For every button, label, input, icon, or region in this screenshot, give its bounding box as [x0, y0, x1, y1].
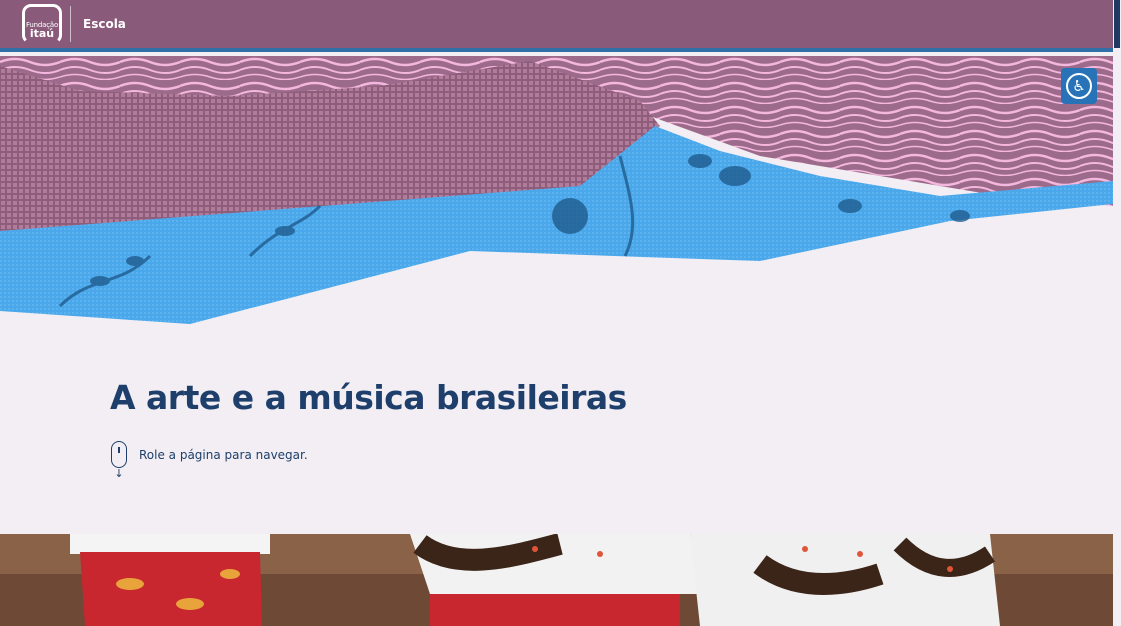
drummers-photo [0, 534, 1113, 626]
fundacao-itau-logo[interactable]: Fundação itaú [22, 4, 62, 44]
page-scrollbar[interactable] [1113, 0, 1121, 626]
accessibility-icon: ♿ [1066, 73, 1092, 99]
scroll-hint: ↓ Role a página para navegar. [110, 441, 308, 480]
accessibility-button[interactable]: ♿ [1061, 68, 1097, 104]
scroll-hint-text: Role a página para navegar. [139, 448, 308, 462]
header-divider [70, 6, 71, 42]
accessibility-glyph: ♿ [1072, 77, 1086, 95]
brand-name[interactable]: Escola [83, 17, 126, 31]
page-title: A arte e a música brasileiras [110, 378, 627, 417]
hero-fabric-collage [0, 56, 1113, 336]
top-navigation-bar: Fundação itaú Escola [0, 0, 1113, 52]
scrollbar-thumb[interactable] [1114, 0, 1120, 48]
arrow-down-icon: ↓ [114, 467, 124, 480]
mouse-scroll-icon [111, 441, 127, 468]
mouse-scroll-icon-wrap: ↓ [110, 441, 128, 480]
logo-text-line2: itaú [29, 27, 55, 40]
